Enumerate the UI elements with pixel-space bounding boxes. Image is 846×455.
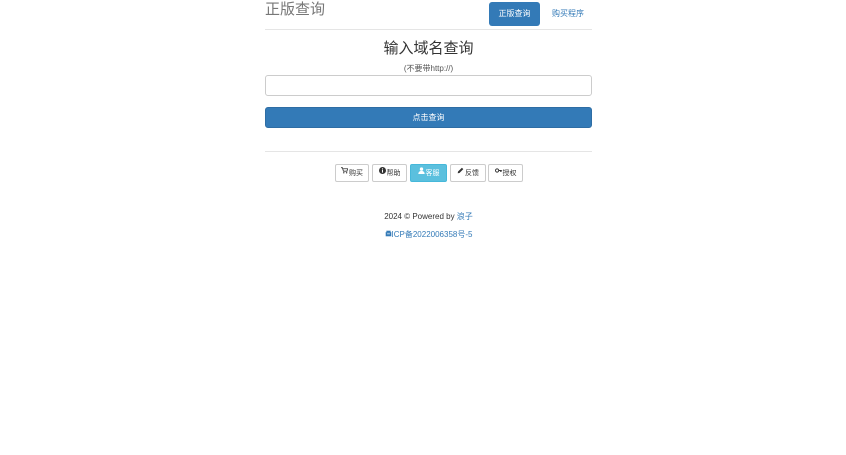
buy-button[interactable]: 购买 [335, 164, 369, 182]
divider [265, 151, 592, 152]
query-button[interactable]: 点击查询 [265, 107, 592, 128]
main-container: 正版查询 正版查询 购买程序 输入域名查询 (不要带http://) 点击查询 … [265, 0, 592, 239]
pencil-icon [457, 165, 464, 181]
domain-input[interactable] [265, 75, 592, 96]
powered-by-link[interactable]: 浪子 [457, 212, 473, 221]
icp-link[interactable]: ICP备2022006358号-5 [385, 230, 473, 240]
footer-copyright: 2024 © Powered by 浪子 [265, 212, 592, 222]
cart-icon [341, 165, 349, 181]
key-icon [494, 165, 502, 181]
info-circle-icon [378, 165, 386, 181]
footer-icp: ICP备2022006358号-5 [265, 230, 592, 240]
page-title: 输入域名查询 [383, 40, 474, 57]
help-button-label: 帮助 [386, 169, 401, 177]
brand-title[interactable]: 正版查询 [265, 1, 325, 19]
feedback-button[interactable]: 反馈 [450, 164, 486, 182]
buy-button-label: 购买 [349, 169, 363, 177]
feedback-button-label: 反馈 [465, 169, 479, 177]
input-hint: (不要带http://) [403, 64, 454, 73]
license-button[interactable]: 授权 [488, 164, 523, 182]
icp-text: ICP备2022006358号-5 [391, 230, 473, 240]
support-button[interactable]: 客服 [410, 164, 447, 182]
action-button-group: 购买 帮助 客服 反馈 授权 [265, 164, 592, 182]
license-button-label: 授权 [502, 169, 517, 177]
nav-item-buy-program[interactable]: 购买程序 [545, 2, 591, 26]
help-button[interactable]: 帮助 [372, 164, 407, 182]
copyright-text: 2024 © Powered by [384, 212, 457, 221]
nav-item-verify[interactable]: 正版查询 [489, 2, 540, 26]
user-icon [417, 165, 425, 181]
header: 正版查询 正版查询 购买程序 [265, 0, 592, 30]
support-button-label: 客服 [425, 169, 440, 177]
icp-badge-icon [385, 230, 392, 240]
